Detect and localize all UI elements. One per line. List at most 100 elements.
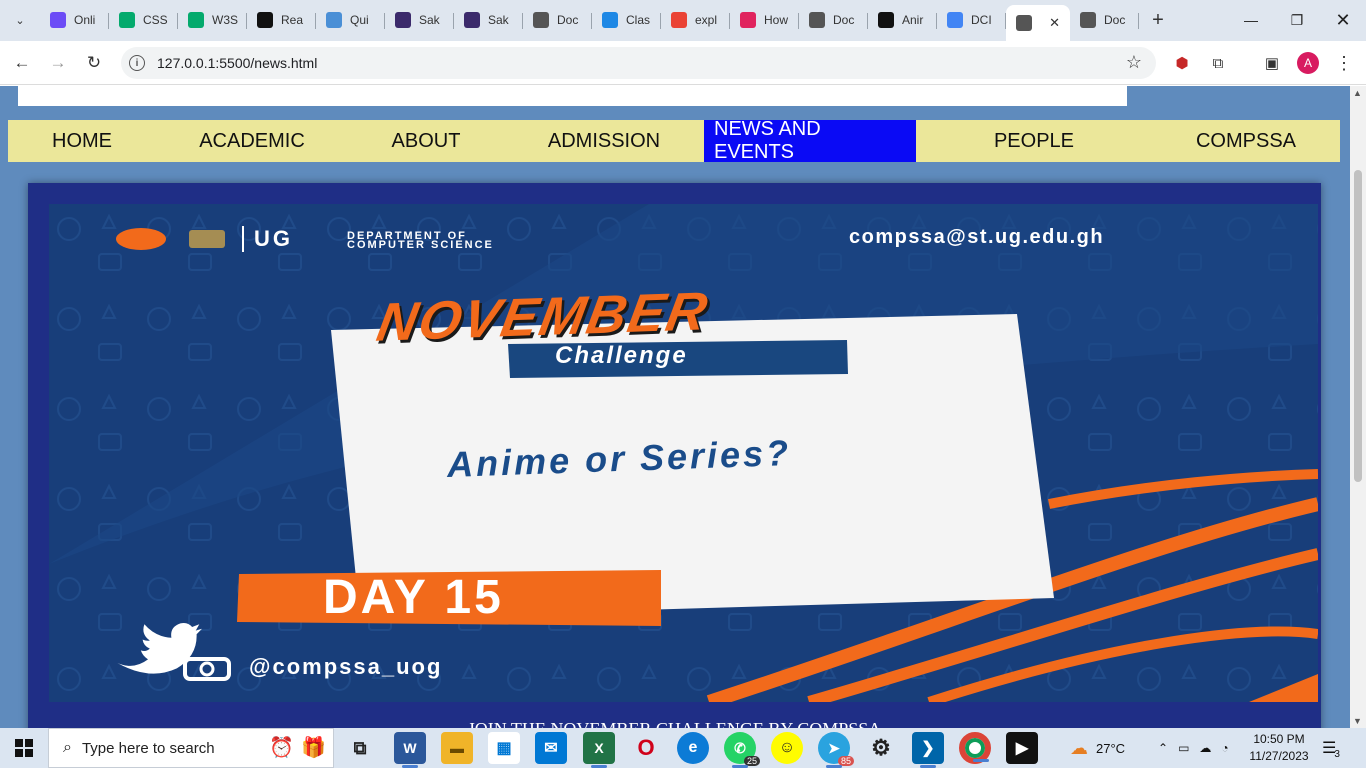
nav-about[interactable]: ABOUT [348, 120, 504, 162]
whatsapp-icon[interactable]: ✆ 25 [724, 732, 760, 768]
nav-admission[interactable]: ADMISSION [504, 120, 704, 162]
notifications-count: 3 [1334, 748, 1340, 760]
vscode-icon[interactable]: ❯ [912, 732, 944, 768]
map-pin-icon [740, 12, 756, 28]
back-icon[interactable]: ← [10, 51, 34, 75]
browser-tab-label: Onli [74, 13, 96, 27]
university-crest-icon [464, 12, 480, 28]
mail-icon[interactable]: ✉ [535, 732, 567, 764]
browser-tab[interactable]: Anir [868, 5, 937, 35]
tab-strip: Onli CSS W3S Rea Qui Sak Sak Doc Clas expl How Doc A… [40, 5, 1173, 41]
browser-tab-label: Sak [419, 13, 440, 27]
browser-tab-label: CSS [143, 13, 168, 27]
task-view-icon[interactable]: ⧉ [344, 732, 376, 764]
docs-icon [947, 12, 963, 28]
close-tab-icon[interactable]: ✕ [1049, 15, 1060, 31]
weather-cloud-icon: ☁ [1070, 737, 1088, 758]
tab-search-chevron-icon[interactable]: ⌄ [8, 8, 32, 32]
wifi-icon[interactable]: ◔ [1221, 741, 1228, 755]
browser-tab[interactable]: CSS [109, 5, 178, 35]
snapchat-icon[interactable]: ☺ [771, 732, 803, 764]
file-explorer-icon[interactable]: ▬ [441, 732, 473, 764]
browser-tab[interactable]: expl [661, 5, 730, 35]
classroom-icon [602, 12, 618, 28]
side-panel-icon[interactable]: ▣ [1262, 53, 1282, 73]
weather-widget[interactable]: ☁ 27°C [1070, 728, 1125, 768]
start-button[interactable] [0, 728, 48, 768]
settings-gear-icon[interactable]: ⚙ [865, 732, 897, 764]
word-icon[interactable]: W [394, 732, 426, 768]
browser-tab-label: Doc [1104, 13, 1126, 27]
nav-home[interactable]: HOME [8, 120, 156, 162]
network-icon[interactable]: ▭ [1178, 741, 1189, 755]
scroll-thumb[interactable] [1354, 170, 1362, 482]
chrome-icon[interactable] [959, 732, 991, 764]
browser-tab[interactable]: ✕ [1006, 5, 1070, 41]
browser-tab[interactable]: DCI [937, 5, 1006, 35]
nav-compssa[interactable]: COMPSSA [1152, 120, 1340, 162]
browser-tab[interactable]: Onli [40, 5, 109, 35]
notifications-icon[interactable]: ☰ 3 [1322, 728, 1340, 768]
browser-tab[interactable]: Qui [316, 5, 385, 35]
forward-icon[interactable]: → [46, 51, 70, 75]
alarm-clock-icon[interactable]: ⏰ [269, 735, 294, 760]
scroll-up-arrow-icon[interactable]: ▲ [1353, 88, 1362, 98]
nav-news-and-events[interactable]: NEWS AND EVENTS [704, 118, 916, 163]
poster-org-short: UG [254, 226, 293, 251]
extension-shield-icon[interactable]: ⬢ [1172, 53, 1192, 73]
gift-icon[interactable]: 🎁 [301, 735, 326, 760]
poster-day: DAY 15 [323, 571, 504, 624]
minimize-button[interactable]: — [1228, 0, 1274, 40]
maximize-button[interactable]: ❐ [1274, 0, 1320, 40]
browser-tab[interactable]: Clas [592, 5, 661, 35]
globe-icon [1080, 12, 1096, 28]
poster-handle: @compssa_uog [249, 654, 443, 679]
browser-tab[interactable]: How [730, 5, 799, 35]
browser-tab[interactable]: Sak [454, 5, 523, 35]
site-info-icon[interactable]: i [129, 55, 145, 71]
taskbar-search-placeholder: Type here to search [81, 739, 215, 757]
excel-icon[interactable]: X [583, 732, 615, 768]
extensions-puzzle-icon[interactable]: ⧉ [1208, 53, 1228, 73]
bookmark-star-icon[interactable]: ☆ [1126, 52, 1142, 73]
opera-icon[interactable]: O [630, 732, 662, 764]
browser-tab[interactable]: Doc [523, 5, 592, 35]
menu-kebab-icon[interactable]: ⋮ [1334, 53, 1354, 73]
weather-temp: 27°C [1096, 740, 1126, 756]
telegram-icon[interactable]: ➤ 85 [818, 732, 854, 768]
reload-icon[interactable]: ↻ [82, 51, 106, 75]
november-challenge-poster: UG DEPARTMENT OF COMPUTER SCIENCE compss… [49, 204, 1318, 702]
browser-tab[interactable]: W3S [178, 5, 247, 35]
browser-toolbar: ← → ↻ i 127.0.0.1:5500/news.html ☆ ⬢ ⧉ ▣… [0, 41, 1366, 85]
w3schools-icon [188, 12, 204, 28]
show-hidden-icons-icon[interactable]: ⌃ [1158, 741, 1168, 755]
browser-tab[interactable]: Doc [1070, 5, 1139, 35]
system-clock[interactable]: 10:50 PM 11/27/2023 [1246, 731, 1312, 765]
nav-people[interactable]: PEOPLE [916, 120, 1152, 162]
browser-tab-label: DCI [971, 13, 992, 27]
poster-email: compssa@st.ug.edu.gh [849, 226, 1105, 248]
microsoft-store-icon[interactable]: ▦ [488, 732, 520, 764]
windows-logo-icon [15, 739, 33, 757]
profile-avatar[interactable]: A [1297, 52, 1319, 74]
taskbar-search[interactable]: ⌕ Type here to search ⏰ 🎁 [48, 728, 334, 768]
onedrive-cloud-icon[interactable]: ☁ [1199, 741, 1211, 755]
media-player-icon[interactable]: ▶ [1006, 732, 1038, 764]
new-tab-button[interactable]: + [1143, 5, 1173, 35]
browser-tab-label: How [764, 13, 789, 27]
scroll-down-arrow-icon[interactable]: ▼ [1353, 716, 1362, 726]
news-banner: UG DEPARTMENT OF COMPUTER SCIENCE compss… [28, 183, 1321, 728]
browser-tab-label: Doc [557, 13, 579, 27]
browser-tab[interactable]: Rea [247, 5, 316, 35]
address-bar[interactable]: i 127.0.0.1:5500/news.html ☆ [121, 47, 1156, 79]
url-text[interactable]: 127.0.0.1:5500/news.html [157, 55, 317, 71]
close-window-button[interactable]: ✕ [1320, 0, 1366, 40]
edge-icon[interactable]: e [677, 732, 709, 764]
dev-logo-icon [257, 12, 273, 28]
header-box [18, 86, 1127, 106]
nav-academic[interactable]: ACADEMIC [156, 120, 348, 162]
browser-tab[interactable]: Sak [385, 5, 454, 35]
browser-tab[interactable]: Doc [799, 5, 868, 35]
page-scrollbar[interactable]: ▲ ▼ [1350, 86, 1366, 728]
poster-subheadline: Challenge [555, 342, 688, 369]
